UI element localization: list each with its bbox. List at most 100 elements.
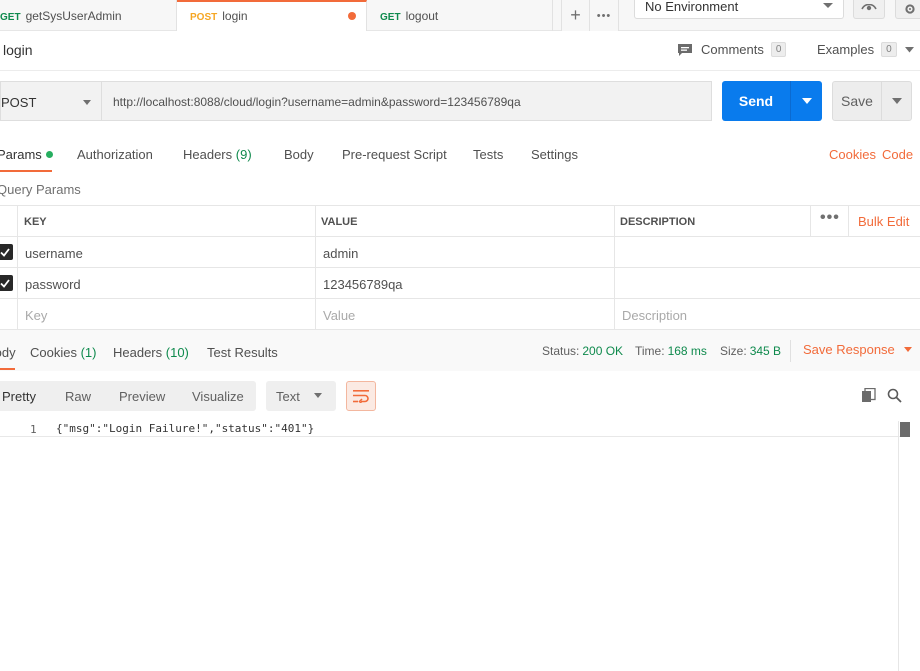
new-tab-button[interactable]: + xyxy=(561,0,590,31)
url-text: http://localhost:8088/cloud/login?userna… xyxy=(113,95,521,109)
param-value[interactable]: 123456789qa xyxy=(323,268,403,298)
request-name[interactable]: login xyxy=(3,42,33,58)
save-response-button[interactable]: Save Response xyxy=(803,342,912,357)
tab-authorization[interactable]: Authorization xyxy=(77,147,153,162)
save-button[interactable]: Save xyxy=(832,81,912,121)
plus-icon: + xyxy=(570,5,581,25)
scrollbar[interactable] xyxy=(898,421,912,671)
params-label: Params xyxy=(0,147,42,162)
chevron-down-icon xyxy=(904,46,914,52)
search-button[interactable] xyxy=(884,385,904,405)
response-tab-cookies[interactable]: Cookies (1) xyxy=(30,345,96,360)
chevron-down-icon xyxy=(314,393,322,398)
environment-label: No Environment xyxy=(645,0,739,14)
line-number: 1 xyxy=(30,423,37,436)
column-header-key: KEY xyxy=(24,216,47,228)
send-label: Send xyxy=(738,93,774,109)
tab-label: login xyxy=(222,9,248,23)
environment-quick-look-button[interactable] xyxy=(853,0,885,19)
headers-count: (9) xyxy=(235,147,252,162)
manage-environments-button[interactable] xyxy=(895,0,920,19)
code-link[interactable]: Code xyxy=(882,147,913,162)
column-divider xyxy=(848,206,849,236)
headers-label: Headers xyxy=(113,345,163,360)
method-select[interactable]: POST xyxy=(0,81,102,121)
tab-prerequest-script[interactable]: Pre-request Script xyxy=(342,147,447,162)
chevron-down-icon xyxy=(823,3,833,8)
response-tab-headers[interactable]: Headers (10) xyxy=(113,345,189,360)
tab-settings[interactable]: Settings xyxy=(531,147,578,162)
time-value: 168 ms xyxy=(667,344,707,358)
divider xyxy=(0,70,920,71)
response-time: Time: 168 ms xyxy=(635,344,707,358)
tab-params[interactable]: Params xyxy=(0,147,53,162)
scrollbar-thumb[interactable] xyxy=(900,422,910,437)
more-icon: ••• xyxy=(596,9,612,22)
search-icon xyxy=(887,388,902,403)
url-input[interactable]: http://localhost:8088/cloud/login?userna… xyxy=(102,81,712,121)
view-pretty[interactable]: Pretty xyxy=(2,389,36,404)
table-row: password 123456789qa xyxy=(0,268,920,299)
view-raw[interactable]: Raw xyxy=(65,389,91,404)
tab-method: GET xyxy=(0,12,21,23)
param-value[interactable]: admin xyxy=(323,237,358,267)
column-divider xyxy=(614,268,615,298)
tab-body[interactable]: Body xyxy=(284,147,314,162)
params-active-indicator xyxy=(45,151,53,158)
row-checkbox[interactable] xyxy=(0,244,13,260)
examples-button[interactable]: Examples 0 xyxy=(817,42,914,57)
table-row: username admin xyxy=(0,237,920,268)
more-icon[interactable]: ••• xyxy=(820,206,840,236)
time-label: Time: xyxy=(635,344,665,358)
query-params-title: Query Params xyxy=(0,182,81,197)
save-response-label: Save Response xyxy=(803,342,895,357)
column-divider xyxy=(614,237,615,267)
save-options-button[interactable] xyxy=(881,82,911,120)
send-button[interactable]: Send xyxy=(722,81,822,121)
environment-select[interactable]: No Environment xyxy=(634,0,844,19)
comments-button[interactable]: Comments 0 xyxy=(677,42,787,57)
new-value-input[interactable]: Value xyxy=(323,299,355,329)
examples-count: 0 xyxy=(881,42,897,57)
tab-logout[interactable]: GET logout xyxy=(367,0,553,31)
tab-login[interactable]: POST login xyxy=(177,0,367,31)
check-icon xyxy=(0,247,10,257)
param-key[interactable]: password xyxy=(25,268,81,298)
param-key[interactable]: username xyxy=(25,237,83,267)
tab-options-button[interactable]: ••• xyxy=(590,0,619,31)
copy-button[interactable] xyxy=(858,385,878,405)
chevron-down-icon xyxy=(801,98,812,104)
tab-tests[interactable]: Tests xyxy=(473,147,503,162)
response-tab-test-results[interactable]: Test Results xyxy=(207,345,278,360)
tab-label: getSysUserAdmin xyxy=(25,9,122,23)
column-divider xyxy=(614,206,615,236)
tab-getsysuseradmin[interactable]: GET getSysUserAdmin xyxy=(0,0,177,31)
save-label: Save xyxy=(841,93,873,109)
copy-icon xyxy=(861,387,876,402)
tab-method: POST xyxy=(190,12,218,23)
column-divider xyxy=(17,206,18,236)
new-key-input[interactable]: Key xyxy=(25,299,47,329)
bulk-edit-link[interactable]: Bulk Edit xyxy=(858,206,909,236)
response-tab-body[interactable]: Body xyxy=(0,345,16,360)
active-tab-underline xyxy=(0,170,52,172)
format-select[interactable]: Text xyxy=(266,381,336,411)
wrap-lines-button[interactable] xyxy=(346,381,376,411)
request-tabs-bar: GET getSysUserAdmin POST login GET logout +… xyxy=(0,0,920,31)
new-description-input[interactable]: Description xyxy=(622,299,687,329)
view-visualize[interactable]: Visualize xyxy=(192,389,244,404)
tab-headers[interactable]: Headers (9) xyxy=(183,147,252,162)
send-options-button[interactable] xyxy=(790,81,822,121)
row-checkbox[interactable] xyxy=(0,275,13,291)
eye-icon xyxy=(861,4,877,11)
unsaved-indicator xyxy=(348,12,356,20)
column-divider xyxy=(17,268,18,298)
size-label: Size: xyxy=(720,344,747,358)
column-header-value: VALUE xyxy=(321,216,358,228)
headers-count: (10) xyxy=(165,345,189,360)
view-preview[interactable]: Preview xyxy=(119,389,165,404)
cookies-link[interactable]: Cookies xyxy=(829,147,876,162)
response-body-editor[interactable]: 1 {"msg":"Login Failure!","status":"401"… xyxy=(0,421,920,671)
column-divider xyxy=(17,237,18,267)
comments-label: Comments xyxy=(701,42,764,57)
